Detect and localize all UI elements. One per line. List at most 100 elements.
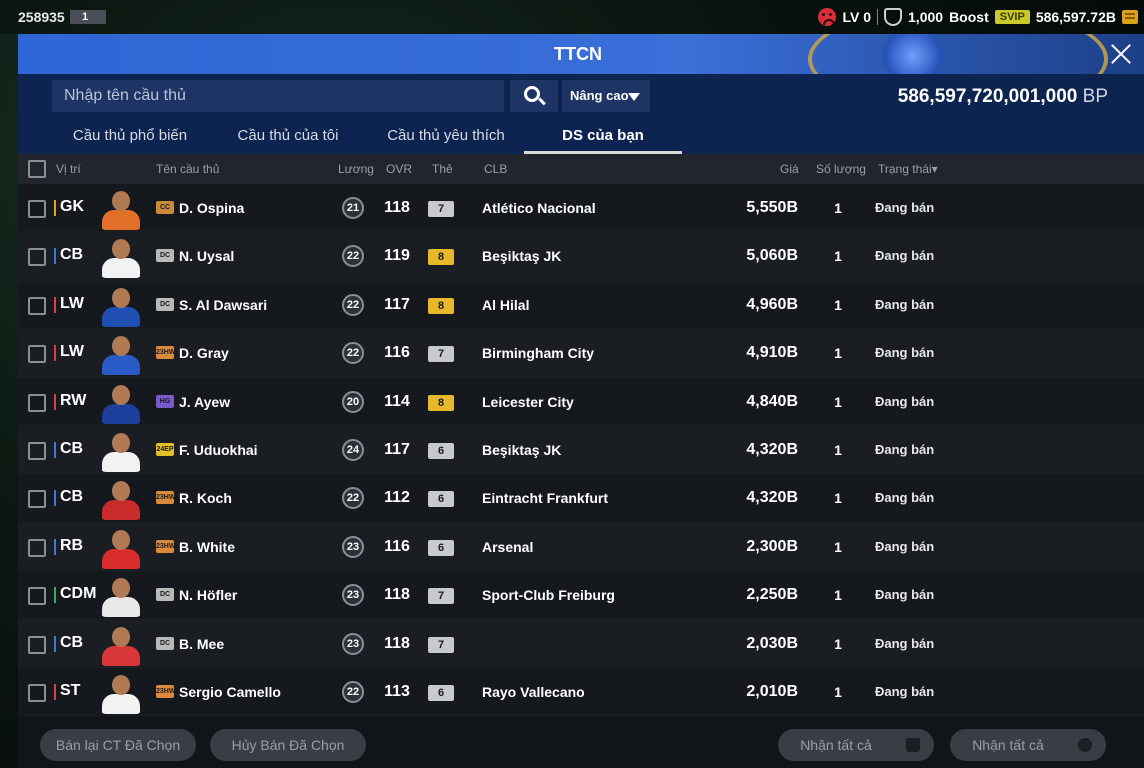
table-row[interactable]: CB DC B. Mee 23 118 7 2,030B 1 Đang bán [18, 619, 1144, 668]
card-level: 7 [428, 346, 454, 363]
table-row[interactable]: LW 23HW D. Gray 22 116 7 Birmingham City… [18, 329, 1144, 378]
table-row[interactable]: RW HG J. Ayew 20 114 8 Leicester City 4,… [18, 377, 1144, 426]
top-resources: LV 0 1,000 Boost SVIP 586,597.72B [818, 6, 1138, 28]
player-avatar[interactable] [100, 527, 142, 569]
cancel-selected-button[interactable]: Hủy Bán Đã Chọn [210, 729, 366, 761]
col-name[interactable]: Tên cầu thủ [156, 162, 219, 176]
row-checkbox[interactable] [28, 587, 46, 606]
svip-badge[interactable]: SVIP [994, 10, 1030, 24]
row-checkbox[interactable] [28, 441, 46, 460]
card-level: 7 [428, 201, 454, 217]
season-badge: CC [156, 201, 174, 214]
player-name: J. Ayew [179, 393, 231, 410]
row-checkbox[interactable] [28, 490, 46, 509]
club-name: Beşiktaş JK [482, 248, 562, 265]
club-name: Al Hilal [482, 296, 530, 313]
price-value: 4,910B [746, 344, 798, 362]
tab-popular-players[interactable]: Cầu thủ phổ biến [54, 127, 206, 154]
col-position[interactable]: Vị trí [56, 162, 81, 176]
level-label: LV 0 [842, 9, 872, 25]
divider [877, 9, 879, 25]
player-avatar[interactable] [100, 236, 142, 279]
table-row[interactable]: CB 24EP F. Uduokhai 24 117 6 Beşiktaş JK… [18, 425, 1144, 475]
head-shape [112, 239, 130, 260]
player-avatar[interactable] [100, 430, 142, 472]
player-avatar[interactable] [100, 382, 142, 424]
row-checkbox[interactable] [28, 200, 46, 218]
player-avatar[interactable] [100, 575, 142, 618]
player-position: RW [54, 392, 86, 410]
claim-all-coins-button[interactable]: Nhận tất cả [950, 729, 1106, 761]
player-avatar[interactable] [100, 672, 142, 714]
table-row[interactable]: ST 23HW Sergio Camello 22 113 6 Rayo Val… [18, 667, 1144, 717]
kit-shape [102, 306, 140, 327]
resell-selected-button[interactable]: Bán lại CT Đã Chọn [40, 729, 196, 761]
boost-label[interactable]: Boost [949, 9, 989, 25]
table-row[interactable]: CB DC N. Uysal 22 119 8 Beşiktaş JK 5,06… [18, 232, 1144, 281]
player-avatar[interactable] [100, 188, 142, 230]
card-level: 6 [428, 684, 454, 701]
table-row[interactable]: GK CC D. Ospina 21 118 7 Atlético Nacion… [18, 184, 1144, 233]
col-card[interactable]: Thẻ [432, 162, 453, 176]
salary-badge: 22 [342, 245, 364, 268]
table-header: Vị trí Tên cầu thủ Lương OVR Thẻ CLB Giá… [18, 154, 1144, 184]
club-name: Eintracht Frankfurt [482, 490, 609, 507]
tab-my-players[interactable]: Cầu thủ của tôi [214, 127, 362, 154]
price-value: 5,550B [746, 199, 798, 216]
player-position: LW [54, 295, 84, 313]
col-price[interactable]: Giá [780, 162, 799, 176]
player-position: CB [54, 634, 83, 652]
card-level: 6 [428, 539, 454, 556]
player-avatar[interactable] [100, 478, 142, 521]
table-row[interactable]: CDM DC N. Höfler 23 118 7 Sport-Club Fre… [18, 571, 1144, 620]
ovr-value: 116 [384, 344, 410, 362]
season-badge: DC [156, 249, 174, 263]
table-row[interactable]: CB 23HW R. Koch 22 112 6 Eintracht Frank… [18, 474, 1144, 523]
ovr-value: 118 [384, 634, 410, 652]
row-checkbox[interactable] [28, 345, 46, 364]
quantity-value: 1 [834, 248, 842, 265]
status-text: Đang bán [875, 248, 935, 264]
col-club[interactable]: CLB [484, 162, 507, 176]
table-row[interactable]: RB 23HW B. White 23 116 6 Arsenal 2,300B… [18, 522, 1144, 572]
coin-icon[interactable] [1122, 10, 1138, 24]
row-checkbox[interactable] [28, 248, 46, 267]
ovr-value: 118 [384, 199, 410, 216]
row-checkbox[interactable] [28, 683, 46, 702]
col-status[interactable]: Trạng thái▾ [878, 162, 938, 176]
salary-badge: 21 [342, 197, 364, 219]
tab-your-list[interactable]: DS của bạn [524, 127, 682, 154]
select-all-checkbox[interactable] [28, 160, 46, 178]
row-checkbox[interactable] [28, 393, 46, 412]
card-level: 8 [428, 249, 454, 266]
col-quantity[interactable]: Số lượng [816, 162, 866, 176]
advanced-filter-dropdown[interactable]: Nâng cao [562, 80, 650, 112]
quantity-value: 1 [834, 441, 842, 458]
player-avatar[interactable] [100, 624, 142, 666]
player-avatar[interactable] [100, 333, 142, 376]
kit-shape [102, 258, 140, 279]
table-row[interactable]: LW DC S. Al Dawsari 22 117 8 Al Hilal 4,… [18, 280, 1144, 330]
price-value: 2,300B [746, 537, 798, 555]
salary-badge: 22 [342, 293, 364, 316]
row-checkbox[interactable] [28, 635, 46, 654]
price-value: 4,320B [746, 440, 798, 458]
salary-badge: 23 [342, 584, 364, 607]
search-button[interactable] [510, 80, 558, 112]
row-checkbox[interactable] [28, 296, 46, 315]
close-icon[interactable] [1106, 40, 1134, 68]
row-checkbox[interactable] [28, 538, 46, 557]
col-salary[interactable]: Lương [338, 162, 374, 176]
season-badge: 23HW [156, 684, 175, 698]
col-ovr[interactable]: OVR [386, 162, 412, 176]
head-shape [112, 287, 130, 308]
claim-all-items-button[interactable]: Nhận tất cả [778, 729, 934, 761]
player-avatar[interactable] [100, 285, 142, 327]
season-badge: 23HW [156, 491, 175, 505]
search-input[interactable] [52, 80, 504, 112]
tab-bar: Cầu thủ phổ biến Cầu thủ của tôi Cầu thủ… [18, 118, 1144, 154]
tab-favorite-players[interactable]: Cầu thủ yêu thích [370, 127, 522, 154]
head-shape [112, 674, 130, 695]
player-position: CB [54, 488, 83, 507]
status-text: Đang bán [875, 345, 935, 361]
